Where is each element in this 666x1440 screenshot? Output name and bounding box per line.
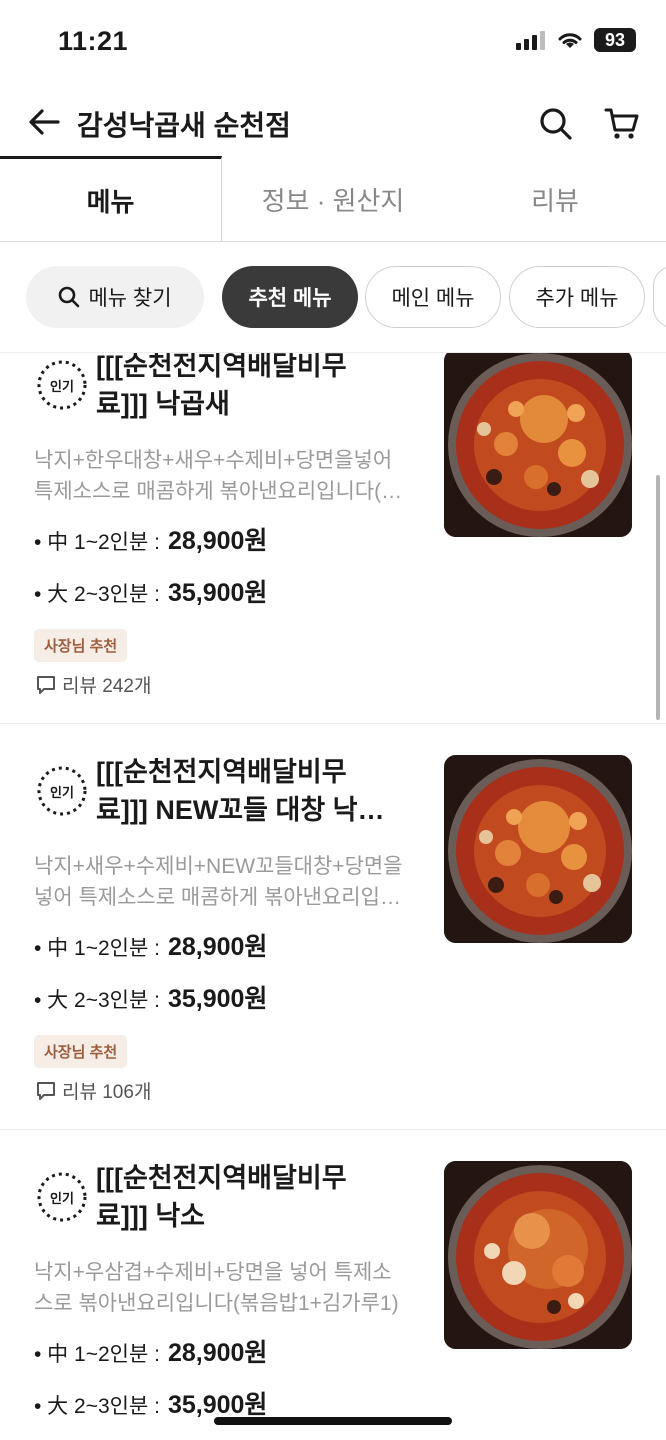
menu-item-description: 낙지+한우대창+새우+수제비+당면을넣어 특제소스로 매콤하게 볶아낸요리입니다… [34,445,426,507]
price-medium-value: 28,900원 [167,527,268,555]
menu-item-title: [[[순천전지역배달비무 료]]] 낙곱새 [96,352,426,423]
menu-item-title-line: 료]]] 낙곱새 [96,389,230,419]
food-image [444,1161,632,1349]
menu-item-desc-line: 낙지+새우+수제비+NEW꼬들대창+당면을 [34,855,403,878]
cart-icon [604,108,639,139]
search-icon [540,108,572,140]
menu-item-title-line: [[[순천전지역배달비무 [96,352,347,381]
menu-item-desc-line: 특제소스로 매콤하게 볶아낸요리입니다(… [34,480,403,503]
menu-search-chip[interactable]: 메뉴 찾기 [26,266,204,328]
item-divider [0,1129,666,1130]
price-large-value: 35,900원 [167,1391,268,1419]
price-medium-label: • 中 1~2인분 : [34,1343,160,1366]
wifi-icon [558,33,582,48]
menu-item-photo [444,755,632,943]
menu-item-title: [[[순천전지역배달비무 료]]] NEW꼬들 대창 낙… [96,753,426,829]
food-image [444,755,632,943]
scrollbar[interactable] [656,475,660,720]
tab-reviews[interactable]: 리뷰 [444,156,666,242]
review-count-label: 리뷰 242개 [62,676,152,697]
popular-badge-label: 인기 [50,378,74,394]
item-divider [0,723,666,724]
price-large-label: • 大 2~3인분 : [34,1395,160,1418]
menu-item-desc-line: 낙지+한우대창+새우+수제비+당면을넣어 [34,449,393,472]
tab-info-origin[interactable]: 정보 · 원산지 [222,156,444,242]
speech-bubble-icon [37,1081,55,1100]
menu-item-description: 낙지+우삼겹+수제비+당면을 넣어 특제소 스로 볶아낸요리입니다(볶음밥1+김… [34,1257,426,1319]
home-indicator[interactable] [214,1417,452,1425]
popular-badge-label: 인기 [50,784,74,800]
menu-item[interactable]: 인기 [[[순천전지역배달비무 료]]] 낙소 낙지+우삼겹+수제비+당면을 넣… [0,1145,666,1440]
menu-item-title-line: [[[순천전지역배달비무 [96,1163,347,1193]
price-large-value: 35,900원 [167,579,268,607]
menu-category-chips: 메뉴 찾기 추천 메뉴 메인 메뉴 추가 메뉴 [0,264,666,330]
chip-extra-menu[interactable]: 추가 메뉴 [509,266,645,328]
food-image [444,353,632,537]
price-large: • 大 2~3인분 : 35,900원 [34,573,267,609]
price-large: • 大 2~3인분 : 35,900원 [34,979,267,1015]
price-large: • 大 2~3인분 : 35,900원 [34,1385,267,1421]
review-count: 리뷰 242개 [36,671,151,698]
cellular-signal-icon [516,31,545,50]
store-tabs: 메뉴 정보 · 원산지 리뷰 [0,156,666,242]
owner-recommend-tag: 사장님 추천 [34,1035,128,1068]
menu-item-title-line: 료]]] NEW꼬들 대창 낙… [96,795,385,825]
menu-item-desc-line: 넣어 특제소스로 매콤하게 볶아낸요리입… [34,886,401,909]
menu-item-photo [444,1161,632,1349]
menu-item-desc-line: 스로 볶아낸요리입니다(볶음밥1+김가루1) [34,1292,399,1315]
price-medium-label: • 中 1~2인분 : [34,531,160,554]
price-medium-value: 28,900원 [167,1339,268,1367]
popular-badge: 인기 [36,765,88,817]
menu-item-photo [444,353,632,537]
price-medium-value: 28,900원 [167,933,268,961]
menu-item-description: 낙지+새우+수제비+NEW꼬들대창+당면을 넣어 특제소스로 매콤하게 볶아낸요… [34,851,426,913]
back-button[interactable] [24,102,64,142]
back-arrow-icon [29,109,60,135]
speech-bubble-icon [37,675,55,694]
chip-recommended-menu[interactable]: 추천 메뉴 [222,266,358,328]
menu-item-title: [[[순천전지역배달비무 료]]] 낙소 [96,1159,426,1235]
menu-search-chip-label: 메뉴 찾기 [88,287,172,310]
price-large-value: 35,900원 [167,985,268,1013]
tab-menu[interactable]: 메뉴 [0,156,222,242]
price-medium-label: • 中 1~2인분 : [34,937,160,960]
popular-badge: 인기 [36,1171,88,1223]
price-medium: • 中 1~2인분 : 28,900원 [34,1333,267,1369]
price-large-label: • 大 2~3인분 : [34,583,160,606]
search-icon [59,286,80,308]
menu-item[interactable]: 인기 [[[순천전지역배달비무 료]]] NEW꼬들 대창 낙… 낙지+새우+수… [0,739,666,1129]
menu-item-title-line: 료]]] 낙소 [96,1201,205,1231]
menu-list: 인기 [[[순천전지역배달비무 료]]] 낙곱새 낙지+한우대창+새우+수제비+… [0,352,666,1440]
popular-badge-label: 인기 [50,1190,74,1206]
status-icons: 93 [516,28,636,52]
owner-recommend-tag: 사장님 추천 [34,629,128,662]
popular-badge: 인기 [36,359,88,411]
search-button[interactable] [534,102,578,146]
top-header: 감성낙곱새 순천점 [0,88,666,158]
status-bar: 11:21 93 [0,0,666,88]
page-title: 감성낙곱새 순천점 [77,110,291,141]
menu-item[interactable]: 인기 [[[순천전지역배달비무 료]]] 낙곱새 낙지+한우대창+새우+수제비+… [0,352,666,723]
review-count-label: 리뷰 106개 [62,1082,152,1103]
chip-main-menu[interactable]: 메인 메뉴 [365,266,501,328]
battery-indicator: 93 [594,28,636,52]
cart-button[interactable] [600,102,644,146]
menu-item-desc-line: 낙지+우삼겹+수제비+당면을 넣어 특제소 [34,1261,392,1284]
review-count: 리뷰 106개 [36,1077,151,1104]
price-medium: • 中 1~2인분 : 28,900원 [34,521,267,557]
menu-item-title-line: [[[순천전지역배달비무 [96,757,347,787]
price-large-label: • 大 2~3인분 : [34,989,160,1012]
chip-more[interactable] [653,266,666,328]
status-time: 11:21 [58,26,129,56]
price-medium: • 中 1~2인분 : 28,900원 [34,927,267,963]
